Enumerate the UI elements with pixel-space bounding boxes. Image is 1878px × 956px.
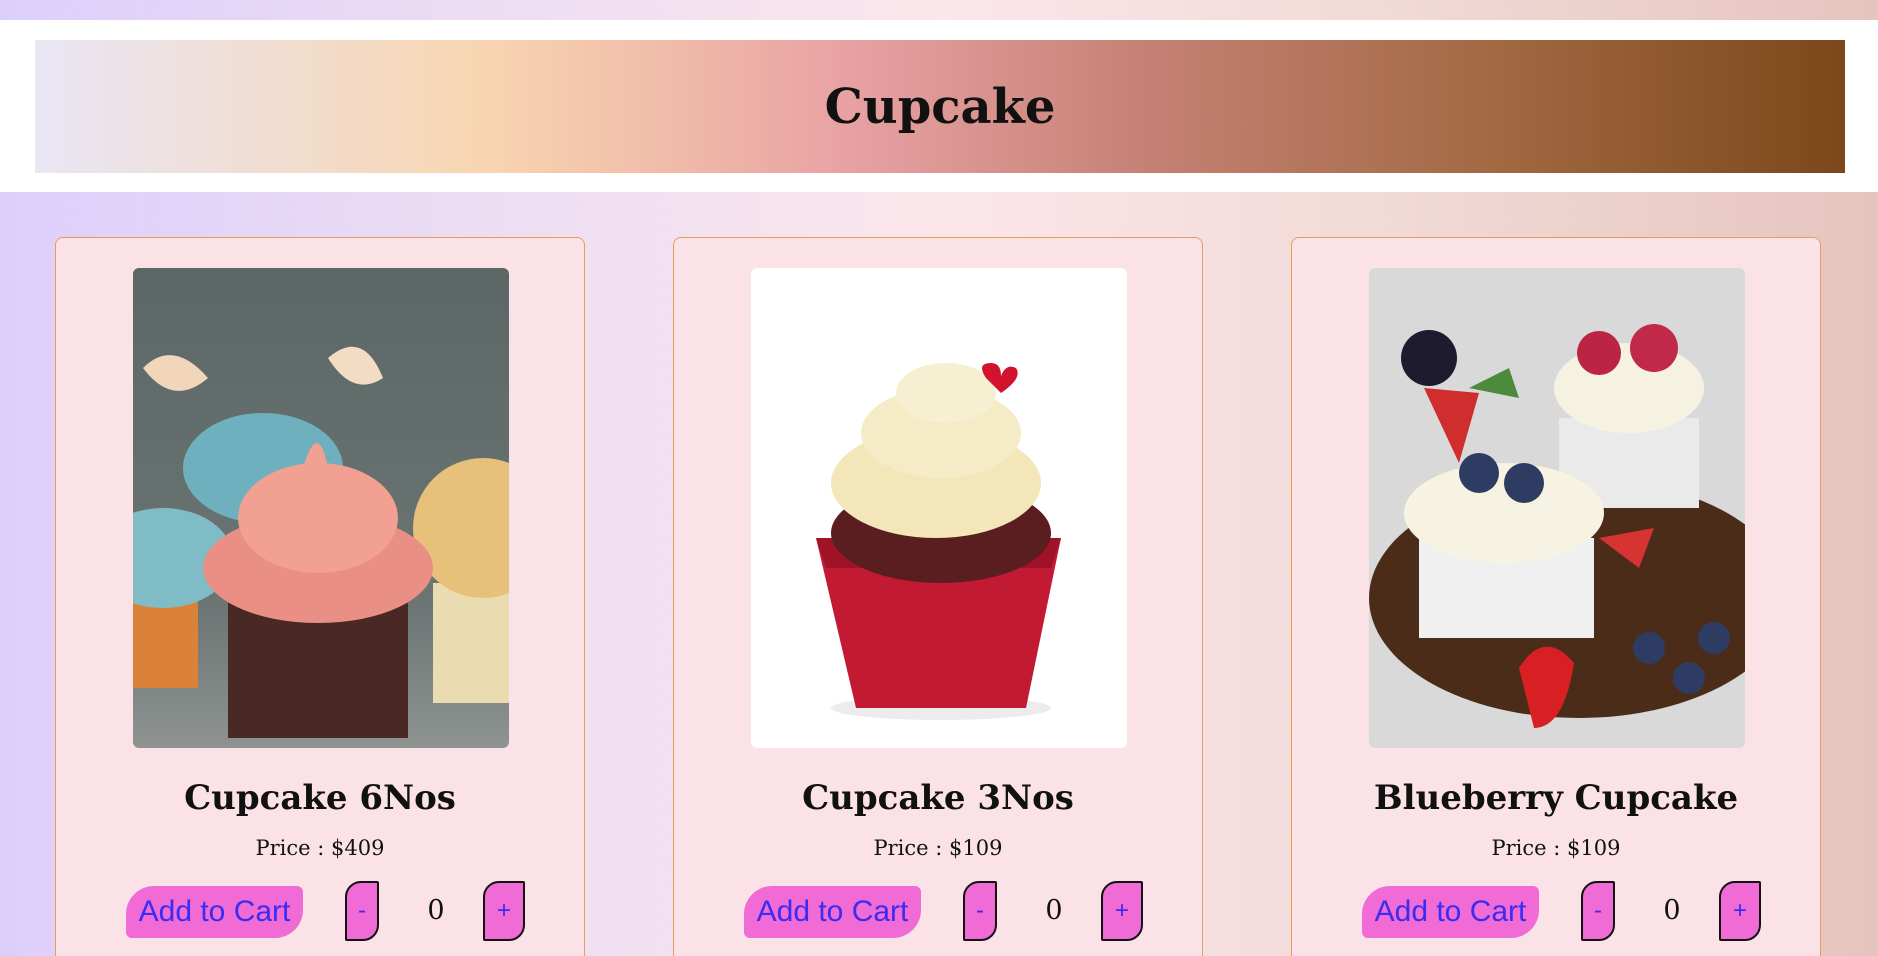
product-image	[133, 268, 509, 748]
product-name: Cupcake 3Nos	[802, 778, 1074, 818]
quantity-value: 0	[427, 895, 445, 926]
product-price: Price : $409	[255, 836, 385, 860]
quantity-value: 0	[1045, 895, 1063, 926]
product-image	[751, 268, 1127, 748]
increase-quantity-button[interactable]: +	[1719, 881, 1761, 941]
quantity-value: 0	[1663, 895, 1681, 926]
header-band: Cupcake	[0, 20, 1878, 192]
product-name: Blueberry Cupcake	[1373, 778, 1739, 818]
page-title: Cupcake	[824, 78, 1056, 135]
add-to-cart-button[interactable]: Add to Cart	[126, 886, 303, 938]
pastel-butterfly-cupcakes-icon	[133, 268, 509, 748]
increase-quantity-button[interactable]: +	[483, 881, 525, 941]
product-price: Price : $109	[873, 836, 1003, 860]
product-name: Cupcake 6Nos	[184, 778, 456, 818]
decrease-quantity-button[interactable]: -	[1581, 881, 1615, 941]
add-to-cart-button[interactable]: Add to Cart	[1362, 886, 1539, 938]
product-price: Price : $109	[1491, 836, 1621, 860]
red-velvet-cupcake-icon	[751, 268, 1127, 748]
product-card: Cupcake 3Nos Price : $109 Add to Cart - …	[673, 237, 1203, 956]
increase-quantity-button[interactable]: +	[1101, 881, 1143, 941]
berry-cupcakes-icon	[1369, 268, 1745, 748]
product-card: Cupcake 6Nos Price : $409 Add to Cart - …	[55, 237, 585, 956]
product-card: Blueberry Cupcake Price : $109 Add to Ca…	[1291, 237, 1821, 956]
add-to-cart-button[interactable]: Add to Cart	[744, 886, 921, 938]
title-banner: Cupcake	[35, 40, 1845, 173]
product-grid: Cupcake 6Nos Price : $409 Add to Cart - …	[0, 237, 1878, 956]
decrease-quantity-button[interactable]: -	[963, 881, 997, 941]
product-image	[1369, 268, 1745, 748]
decrease-quantity-button[interactable]: -	[345, 881, 379, 941]
